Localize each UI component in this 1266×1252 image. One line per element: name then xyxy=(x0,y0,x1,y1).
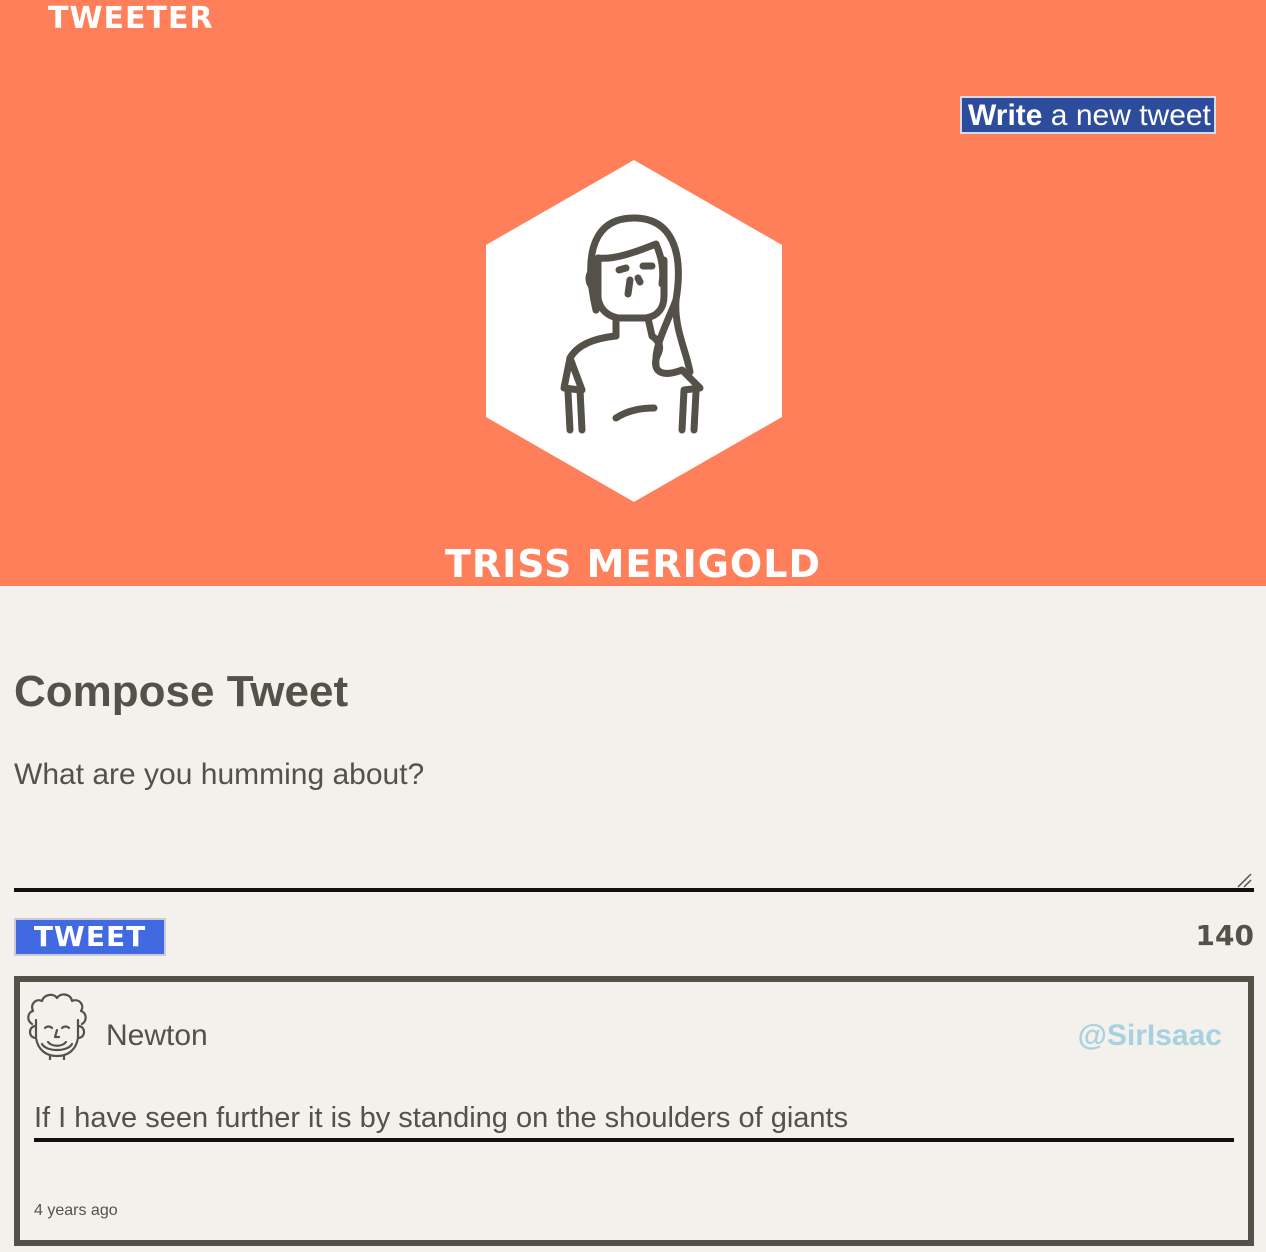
newton-avatar-icon xyxy=(27,993,87,1060)
tweet-card: Newton @SirIsaac If I have seen further … xyxy=(14,976,1254,1246)
brand-logo[interactable]: TWEETER xyxy=(48,0,214,38)
write-button-strong: Write xyxy=(968,99,1043,132)
write-new-tweet-button[interactable]: Write a new tweet xyxy=(960,96,1216,134)
woman-avatar-icon xyxy=(486,160,782,502)
tweet-text: If I have seen further it is by standing… xyxy=(34,1098,1234,1142)
compose-title: Compose Tweet xyxy=(14,667,349,716)
tweet-timestamp: 4 years ago xyxy=(34,1202,118,1219)
profile-avatar xyxy=(486,160,782,502)
tweet-author-name: Newton xyxy=(106,1019,208,1052)
character-counter: 140 xyxy=(1195,919,1254,952)
resize-handle-icon[interactable] xyxy=(1236,872,1252,888)
tweet-input[interactable] xyxy=(14,754,1254,892)
tweet-author-handle[interactable]: @SirIsaac xyxy=(1078,1018,1222,1054)
write-button-rest: a new tweet xyxy=(1042,99,1211,132)
page-header: TWEETER Write a new tweet TRISS MERIGOLD xyxy=(0,0,1266,586)
tweet-button[interactable]: TWEET xyxy=(14,918,166,956)
profile-name: TRISS MERIGOLD xyxy=(444,542,821,586)
